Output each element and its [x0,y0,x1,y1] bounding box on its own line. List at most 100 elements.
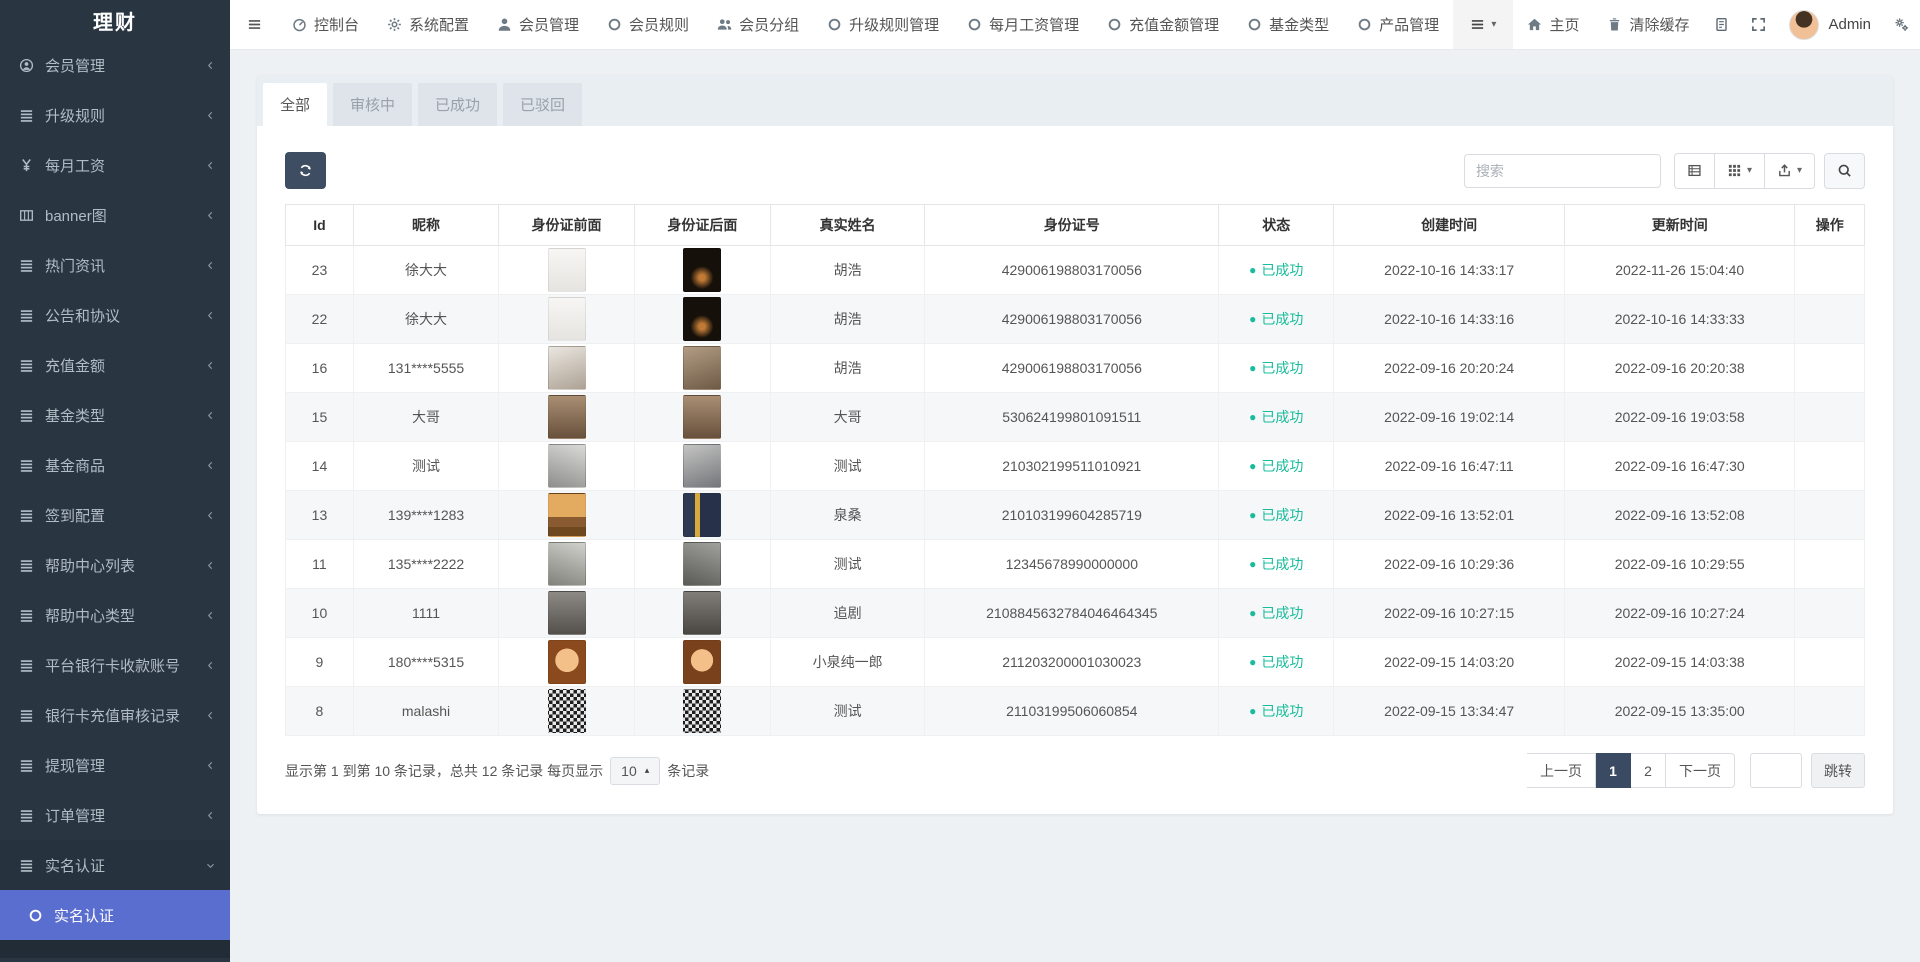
sidebar-item[interactable]: 会员管理 [0,40,230,90]
id-card-back-image[interactable] [683,297,721,341]
id-card-front-image[interactable] [548,395,586,439]
refresh-button[interactable] [285,152,326,189]
clear-cache-link[interactable]: 清除缓存 [1593,0,1703,49]
jump-page-input[interactable] [1750,753,1802,788]
id-card-back-image[interactable] [683,542,721,586]
avatar [1789,10,1819,40]
search-input[interactable] [1464,154,1661,188]
topnav-item[interactable]: 控制台 [278,0,373,49]
topnav-item[interactable]: 会员管理 [483,0,593,49]
user-menu[interactable]: Admin [1777,0,1883,49]
id-card-front-image[interactable] [548,493,586,537]
cell-updated: 2022-11-26 15:04:40 [1564,246,1795,295]
detail-view-button[interactable] [1674,153,1715,189]
column-header[interactable]: 身份证后面 [634,205,770,246]
topnav-item[interactable]: 每月工资管理 [953,0,1093,49]
column-header[interactable]: 状态 [1219,205,1334,246]
column-header[interactable]: 昵称 [353,205,498,246]
tab[interactable]: 已成功 [418,83,497,126]
tab[interactable]: 已驳回 [503,83,582,126]
topnav-item[interactable]: 升级规则管理 [813,0,953,49]
sidebar-item[interactable]: 帮助中心类型 [0,590,230,640]
column-header[interactable]: 更新时间 [1564,205,1795,246]
sidebar-item-icon [19,858,34,873]
sidebar-item[interactable]: 每月工资 [0,140,230,190]
cell-realname: 大哥 [770,393,925,442]
topnav-item[interactable]: 基金类型 [1233,0,1343,49]
id-card-back-image[interactable] [683,346,721,390]
menu-toggle-icon[interactable] [230,0,278,49]
cell-id: 9 [286,638,354,687]
topnav-item[interactable]: 系统配置 [373,0,483,49]
search-button[interactable] [1824,153,1865,189]
id-card-front-image[interactable] [548,248,586,292]
page-button[interactable]: 上一页 [1527,753,1596,788]
cell-nickname: malashi [353,687,498,736]
sidebar-item[interactable]: 充值金额 [0,340,230,390]
sidebar-item[interactable]: 公告和协议 [0,290,230,340]
jump-button[interactable]: 跳转 [1811,753,1865,788]
page-button[interactable]: 下一页 [1666,753,1735,788]
page-button[interactable]: 1 [1596,753,1631,788]
home-link[interactable]: 主页 [1513,0,1593,49]
column-header[interactable]: 身份证号 [925,205,1219,246]
topnav-item[interactable]: 会员分组 [703,0,813,49]
tab[interactable]: 审核中 [333,83,412,126]
sidebar-item[interactable]: 帮助中心列表 [0,540,230,590]
sidebar-item[interactable]: 基金商品 [0,440,230,490]
export-button[interactable]: ▾ [1765,153,1815,189]
id-card-front-image[interactable] [548,297,586,341]
sidebar-item[interactable]: 订单管理 [0,790,230,840]
id-card-front-image[interactable] [548,542,586,586]
table-row: 8 malashi 测试 21103199506060854 [286,687,1865,736]
status-dot-icon: ● [1249,509,1256,521]
status-label: 已成功 [1261,505,1303,525]
id-card-front-image[interactable] [548,444,586,488]
id-card-front-image[interactable] [548,640,586,684]
sidebar-item-label: 帮助中心列表 [45,555,135,576]
fullscreen-icon[interactable] [1740,0,1777,49]
sidebar-item[interactable]: 基金类型 [0,390,230,440]
chevron-icon [205,410,216,421]
cell-updated: 2022-09-15 14:03:38 [1564,638,1795,687]
id-card-back-image[interactable] [683,689,721,733]
cell-id-front [499,246,635,295]
sidebar-item[interactable]: 银行卡充值审核记录 [0,690,230,740]
topnav-item[interactable]: 会员规则 [593,0,703,49]
column-header[interactable]: 身份证前面 [499,205,635,246]
sidebar-item[interactable]: 热门资讯 [0,240,230,290]
columns-button[interactable]: ▾ [1715,153,1765,189]
sidebar-item[interactable]: banner图 [0,190,230,240]
id-card-back-image[interactable] [683,591,721,635]
sidebar-item[interactable]: 提现管理 [0,740,230,790]
column-header[interactable]: Id [286,205,354,246]
topnav-item[interactable]: 充值金额管理 [1093,0,1233,49]
sidebar-item[interactable]: 升级规则 [0,90,230,140]
settings-gears-icon[interactable] [1883,0,1920,49]
id-card-back-image[interactable] [683,493,721,537]
tab[interactable]: 全部 [263,83,327,126]
sidebar-item[interactable]: 签到配置 [0,490,230,540]
id-card-back-image[interactable] [683,395,721,439]
sidebar-item[interactable]: 平台银行卡收款账号 [0,640,230,690]
column-header[interactable]: 创建时间 [1334,205,1565,246]
nav-overflow-dropdown[interactable]: ▾ [1453,0,1513,49]
cell-id: 11 [286,540,354,589]
id-card-back-image[interactable] [683,248,721,292]
caret-up-icon: ▴ [645,765,650,776]
id-card-back-image[interactable] [683,640,721,684]
status-label: 已成功 [1261,260,1303,280]
id-card-front-image[interactable] [548,346,586,390]
checkin-icon[interactable] [1703,0,1740,49]
sidebar-item[interactable]: 实名认证 [0,840,230,890]
id-card-front-image[interactable] [548,689,586,733]
column-header[interactable]: 操作 [1795,205,1865,246]
id-card-front-image[interactable] [548,591,586,635]
page-button[interactable]: 2 [1631,753,1666,788]
topnav-item[interactable]: 产品管理 [1343,0,1453,49]
cell-id-back [634,540,770,589]
page-size-select[interactable]: 10 ▴ [610,757,660,785]
sidebar-subitem[interactable]: 实名认证 [0,890,230,940]
column-header[interactable]: 真实姓名 [770,205,925,246]
id-card-back-image[interactable] [683,444,721,488]
